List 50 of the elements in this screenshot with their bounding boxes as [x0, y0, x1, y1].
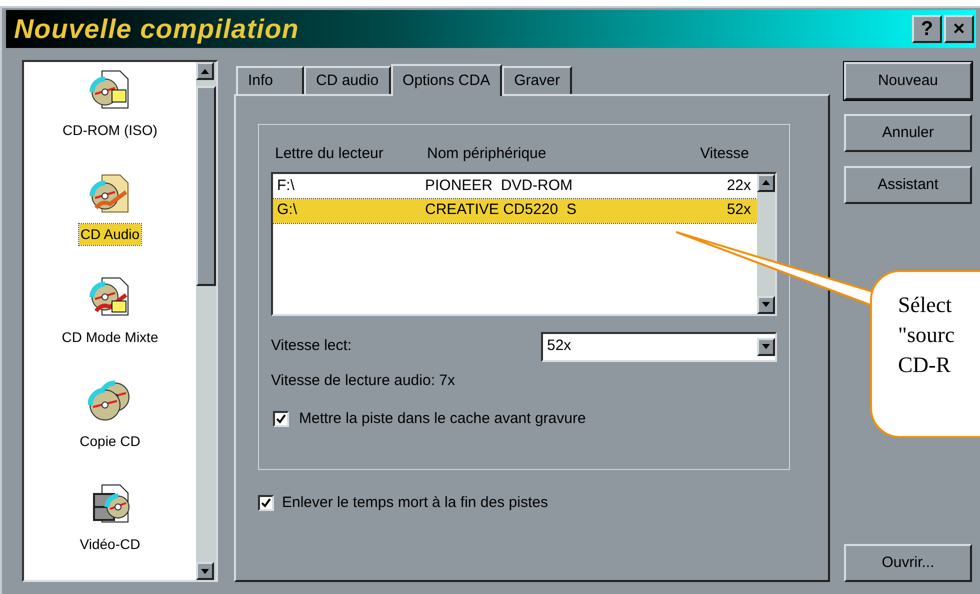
table-cell-text: PIONEER DVD-ROM — [425, 176, 574, 196]
close-button[interactable]: × — [944, 15, 974, 43]
compilation-type-item[interactable]: Vidéo-CD — [78, 534, 142, 556]
scroll-thumb[interactable] — [196, 86, 216, 286]
down-arrow-icon — [762, 302, 770, 307]
drive-row[interactable]: G:\ CREATIVE CD5220 S 52x — [273, 198, 757, 222]
dialog-button[interactable]: Nouveau — [844, 62, 972, 100]
tab[interactable]: Graver — [502, 66, 572, 94]
column-header: Lettre du lecteur — [275, 144, 384, 164]
checkbox[interactable] — [258, 495, 274, 512]
scroll-down-button[interactable] — [757, 296, 775, 314]
down-arrow-icon — [762, 344, 770, 349]
checkbox-label: Mettre la piste dans le cache avant gravure — [299, 409, 586, 429]
column-header: Vitesse — [700, 144, 749, 164]
tab[interactable]: Info — [236, 66, 304, 94]
scrollbar[interactable] — [757, 174, 775, 314]
help-button[interactable]: ? — [912, 15, 942, 43]
two-discs-icon — [88, 378, 132, 423]
scrollbar[interactable] — [196, 62, 216, 580]
scroll-down-button[interactable] — [196, 562, 214, 580]
up-arrow-icon — [762, 180, 770, 185]
scroll-up-button[interactable] — [757, 174, 775, 192]
compilation-type-item[interactable]: Copie CD — [78, 430, 142, 452]
up-arrow-icon — [201, 68, 209, 74]
compilation-type-item[interactable]: CD-ROM (ISO) — [62, 120, 158, 141]
open-button[interactable]: Ouvrir... — [844, 544, 972, 582]
scroll-up-button[interactable] — [196, 62, 214, 80]
callout-text: "sourc — [898, 321, 956, 349]
drive-row[interactable]: F:\ PIONEER DVD-ROM 22x — [273, 174, 757, 198]
read-speed-dropdown[interactable]: 52x — [541, 332, 777, 362]
table-cell-text: 22x — [726, 176, 751, 196]
table-cell-text: F:\ — [277, 176, 296, 196]
read-speed-label: Vitesse lect: — [271, 336, 352, 356]
column-header: Nom périphérique — [427, 144, 548, 164]
scroll-down-button[interactable] — [757, 338, 775, 356]
dialog-button[interactable]: Assistant — [844, 166, 972, 204]
checkbox-label: Enlever le temps mort à la fin des pistes — [282, 493, 548, 513]
table-cell-text: 52x — [726, 200, 751, 220]
checkbox[interactable] — [273, 411, 289, 428]
compilation-type-item[interactable]: CD Mode Mixte — [60, 327, 160, 348]
table-cell-text: CREATIVE CD5220 S — [425, 200, 578, 220]
window-title: Nouvelle compilation — [14, 12, 300, 46]
callout-text: Sélect — [898, 291, 953, 319]
compilation-type-item[interactable]: CD Audio — [79, 224, 141, 245]
callout-text: CD-R — [898, 351, 952, 379]
table-cell-text: G:\ — [277, 200, 298, 220]
audio-speed-text: Vitesse de lecture audio: 7x — [271, 370, 456, 390]
tab[interactable]: Options CDA — [390, 64, 502, 96]
dialog-button[interactable]: Annuler — [844, 114, 972, 152]
down-arrow-icon — [201, 568, 209, 574]
